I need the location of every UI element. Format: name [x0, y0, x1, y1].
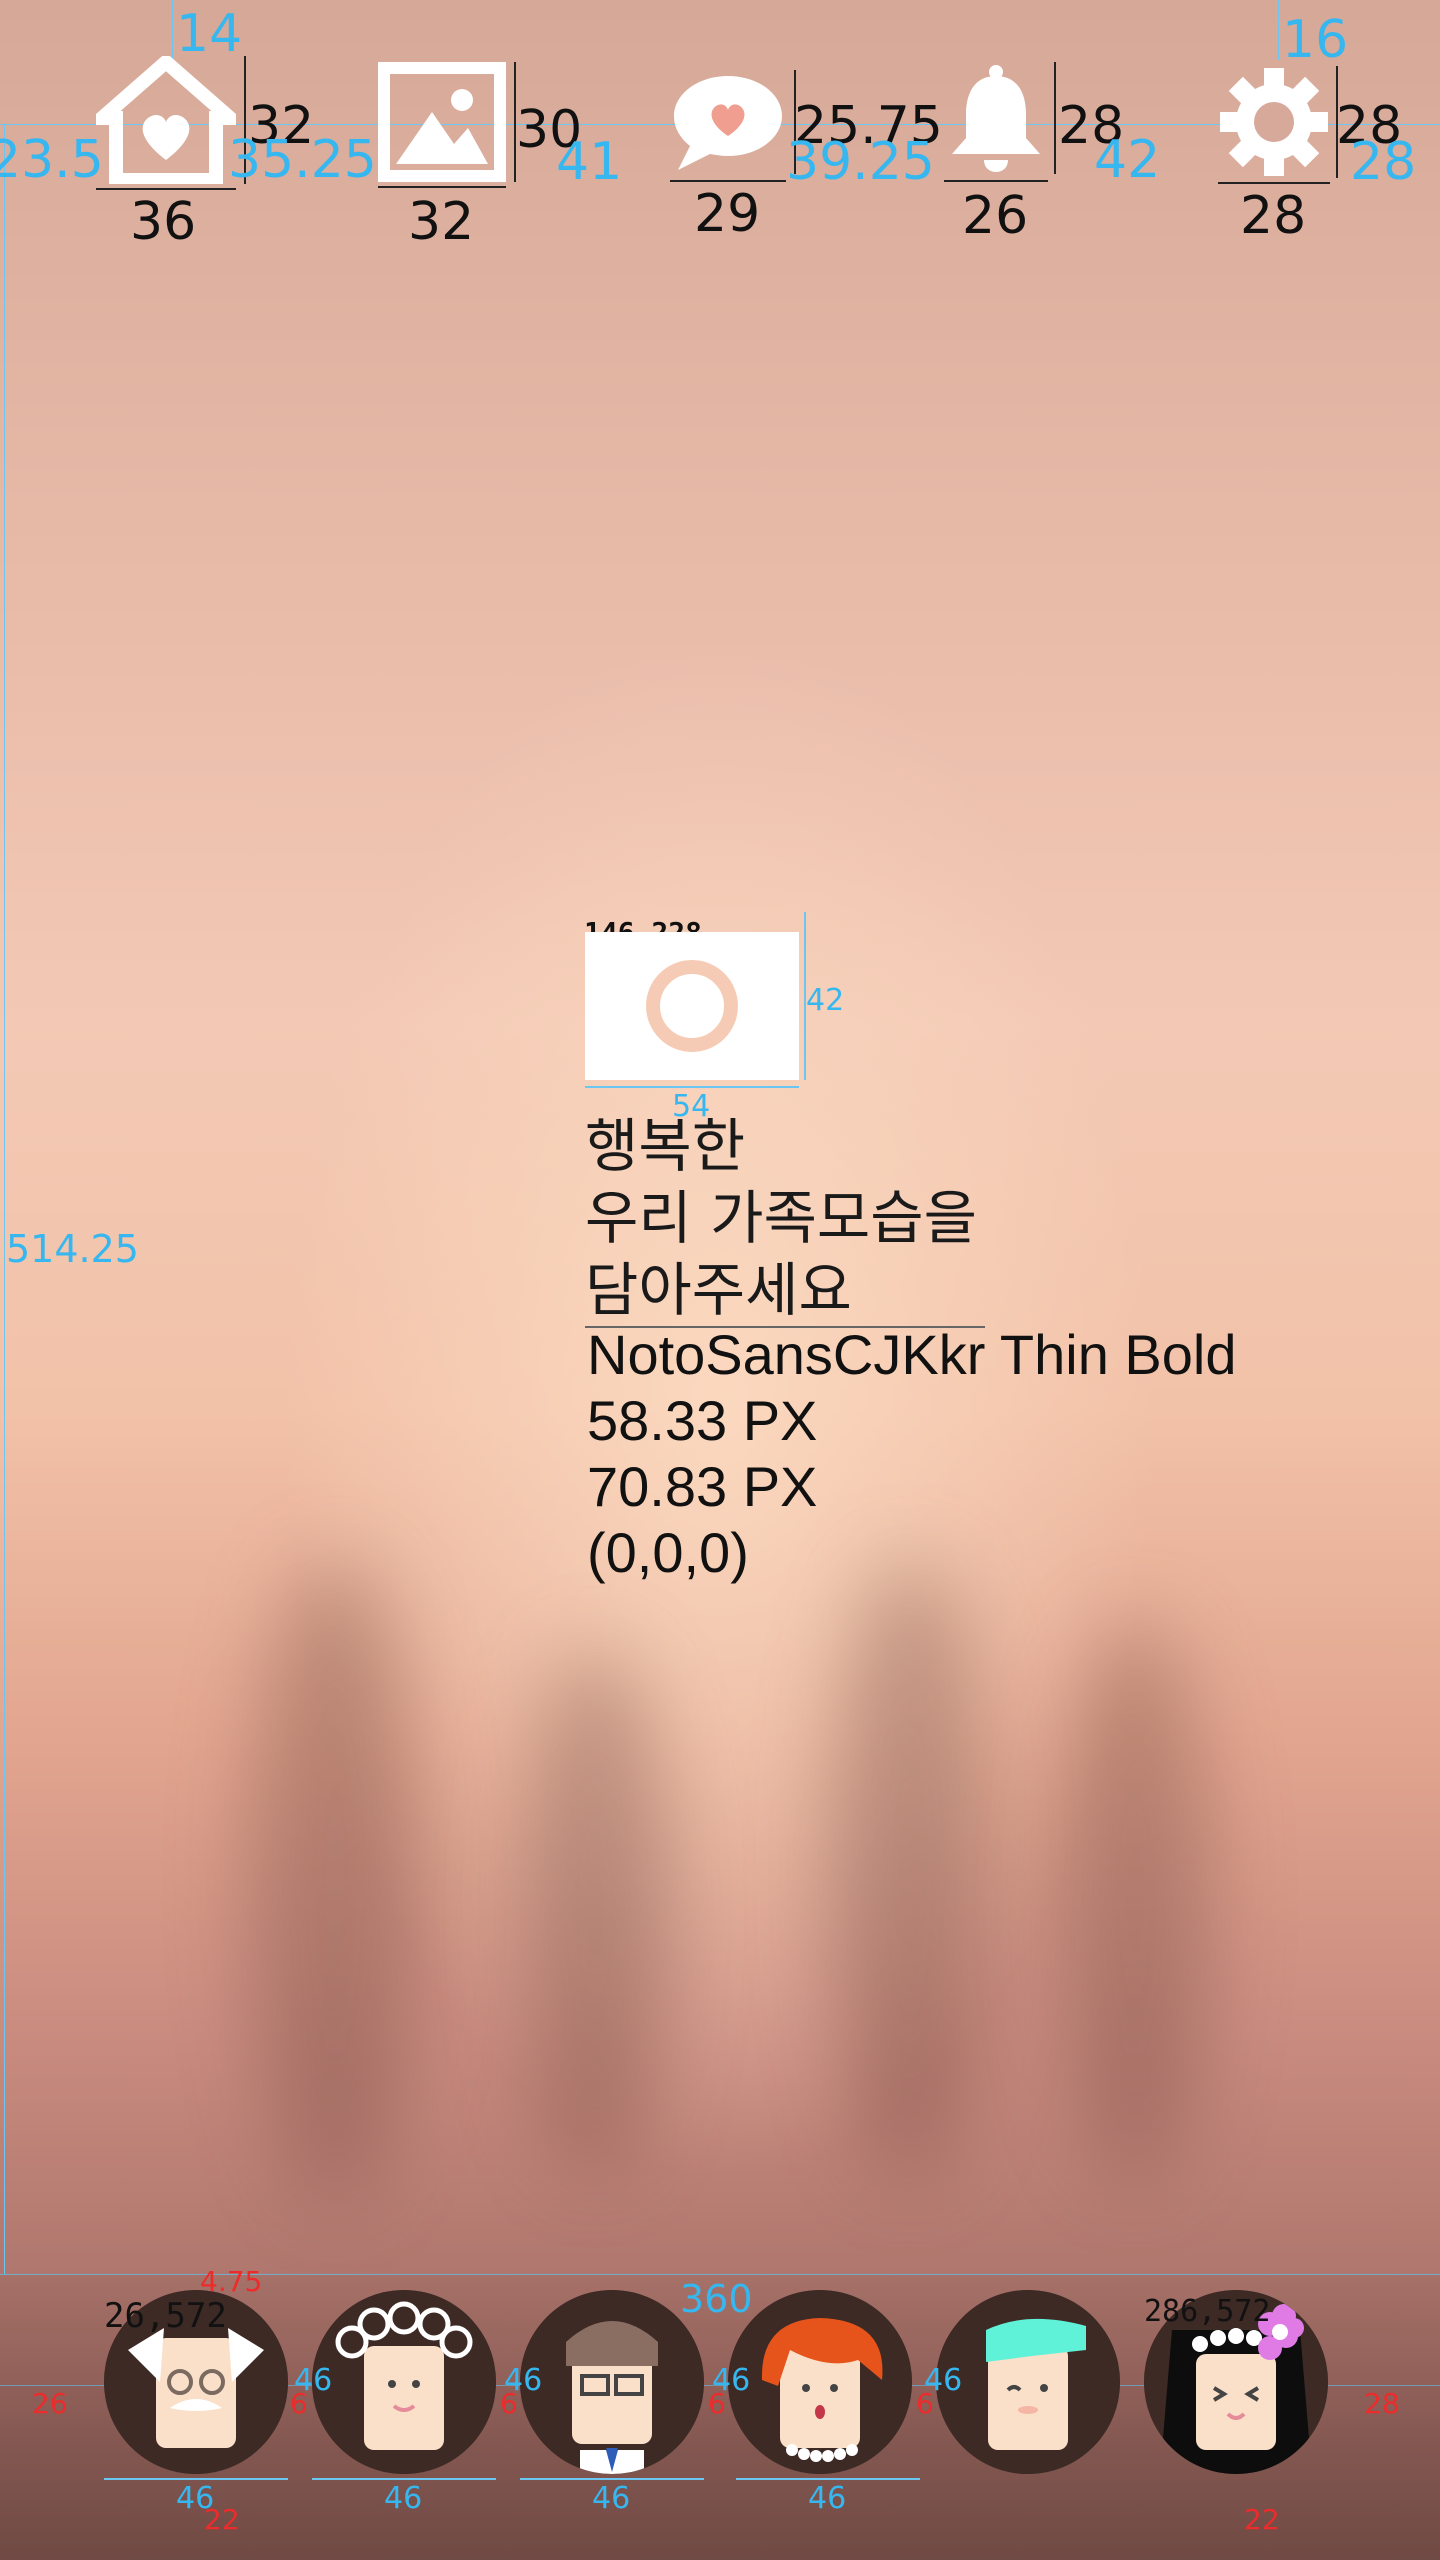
father-avatar-icon[interactable]	[520, 2290, 704, 2474]
bottom-width-label: 360	[680, 2277, 753, 2321]
dimension-line	[670, 180, 786, 182]
prompt-line: 우리 가족모습을	[585, 1184, 977, 1252]
avatar-size-label: 46	[294, 2363, 333, 2398]
camera-icon[interactable]	[585, 932, 799, 1080]
dimension-line	[1218, 182, 1330, 184]
background-figure	[520, 1650, 670, 2170]
dimension-line	[585, 1086, 799, 1088]
icon-gap-label: 28	[1350, 132, 1417, 192]
dimension-line	[1054, 62, 1056, 174]
son-avatar-icon[interactable]	[936, 2290, 1120, 2474]
bottom-right-margin-label: 28	[1364, 2387, 1400, 2420]
icon-width-label: 32	[408, 192, 475, 252]
dimension-line	[736, 2478, 920, 2480]
background-figure	[1060, 1620, 1210, 2180]
guide-line	[4, 124, 5, 2274]
icon-gap-label: 41	[556, 132, 623, 192]
font-spec-color: (0,0,0)	[587, 1521, 749, 1584]
prompt-offset-label: 514.25	[6, 1227, 139, 1271]
bottom-left-coord-label: 26,572	[104, 2296, 227, 2336]
font-spec: NotoSansCJKkr Thin Bold 58.33 PX 70.83 P…	[587, 1322, 1237, 1586]
avatar-size-label: 46	[712, 2363, 751, 2398]
home-heart-icon[interactable]	[96, 56, 236, 184]
icon-width-label: 29	[694, 184, 761, 244]
icon-width-label: 26	[962, 186, 1029, 246]
gear-icon[interactable]	[1218, 66, 1330, 178]
image-icon[interactable]	[378, 62, 506, 182]
mother-avatar-icon[interactable]	[728, 2290, 912, 2474]
guide-line	[172, 0, 173, 60]
bell-icon[interactable]	[944, 62, 1048, 174]
bottom-offset-label: 22	[204, 2503, 240, 2536]
chat-heart-icon[interactable]	[670, 70, 786, 174]
top-margin-label: 14	[176, 4, 243, 64]
dimension-line	[378, 186, 506, 188]
dimension-line	[520, 2478, 704, 2480]
bottom-right-coord-label: 286,572	[1144, 2294, 1271, 2329]
top-margin-label: 16	[1282, 10, 1349, 70]
camera-prompt: 행복한 우리 가족모습을 담아주세요	[585, 1110, 985, 1328]
avatar-size-label: 46	[504, 2363, 543, 2398]
icon-gap-label: 35.25	[228, 130, 377, 190]
avatar-size-label: 46	[924, 2363, 963, 2398]
camera-height-label: 42	[806, 983, 845, 1018]
prompt-line: 행복한	[585, 1112, 746, 1180]
font-spec-family: NotoSansCJKkr Thin Bold	[587, 1323, 1237, 1386]
bottom-offset-label: 22	[1244, 2503, 1280, 2536]
dimension-line	[312, 2478, 496, 2480]
background-figure	[830, 1560, 990, 2180]
background-figure	[250, 1560, 420, 2200]
left-margin-label: 23.5	[0, 130, 104, 190]
icon-width-label: 28	[1240, 186, 1307, 246]
icon-gap-label: 39.25	[786, 132, 935, 192]
dimension-line	[104, 2478, 288, 2480]
font-spec-size: 58.33 PX	[587, 1389, 818, 1452]
icon-width-label: 36	[130, 192, 197, 252]
avatar-size-label: 46	[808, 2481, 847, 2516]
grandmother-avatar-icon[interactable]	[312, 2290, 496, 2474]
avatar-size-label: 46	[592, 2481, 631, 2516]
dimension-line	[944, 180, 1048, 182]
bottom-top-offset-label: 4.75	[200, 2265, 263, 2298]
camera-lens	[646, 960, 738, 1052]
prompt-line: 담아주세요	[585, 1254, 985, 1328]
font-spec-line-height: 70.83 PX	[587, 1455, 818, 1518]
bottom-left-margin-label: 26	[32, 2387, 68, 2420]
dimension-line	[96, 188, 236, 190]
icon-gap-label: 42	[1094, 130, 1161, 190]
guide-line	[1278, 0, 1279, 60]
avatar-size-label: 46	[384, 2481, 423, 2516]
